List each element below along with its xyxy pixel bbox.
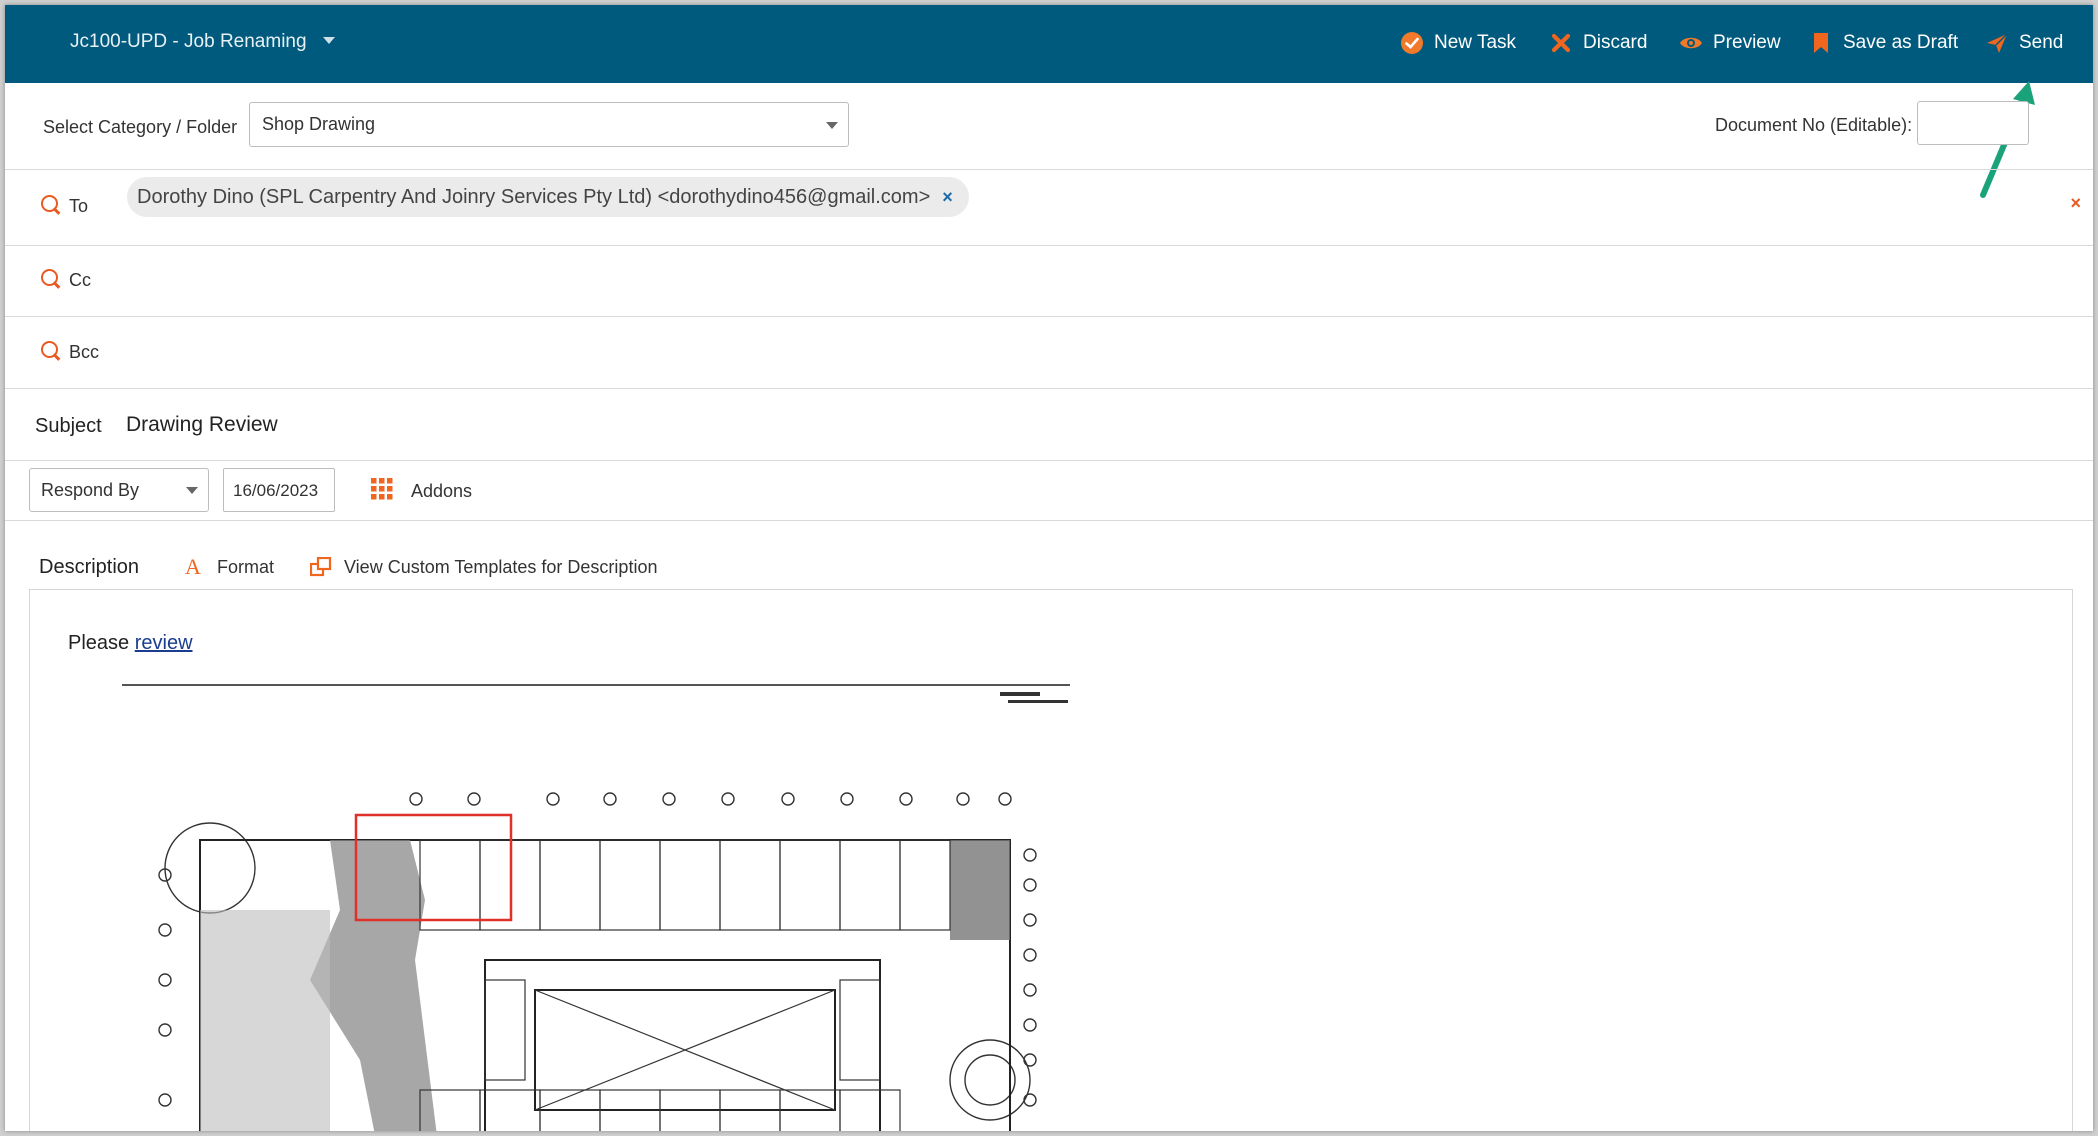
category-row: Select Category / Folder Shop Drawing Do… — [5, 83, 2093, 170]
remove-recipient-close-icon[interactable]: × — [942, 187, 953, 208]
document-no-label: Document No (Editable): — [1715, 115, 1913, 135]
description-editor[interactable]: Please review — [29, 589, 2073, 1131]
chevron-down-icon — [186, 487, 198, 494]
send-button[interactable]: Send — [1985, 26, 2063, 60]
recipient-chip[interactable]: Dorothy Dino (SPL Carpentry And Joinry S… — [127, 177, 969, 217]
description-label: Description — [39, 556, 140, 578]
view-templates-link[interactable]: View Custom Templates for Description — [344, 557, 657, 578]
discard-label: Discard — [1583, 32, 1648, 53]
addons-button[interactable]: Addons — [411, 481, 472, 502]
subject-row: Subject Drawing Review — [5, 388, 2093, 461]
review-link[interactable]: review — [135, 632, 193, 654]
preview-label: Preview — [1713, 32, 1781, 53]
save-as-draft-label: Save as Draft — [1843, 32, 1959, 53]
format-icon: A — [185, 554, 201, 579]
bcc-label: Bcc — [69, 342, 100, 362]
description-body-line: Please review — [68, 632, 193, 655]
respond-by-select[interactable]: Respond By — [29, 468, 209, 512]
save-as-draft-button[interactable]: Save as Draft — [1809, 26, 1958, 60]
preview-button[interactable]: Preview — [1679, 26, 1781, 60]
category-select[interactable]: Shop Drawing — [249, 102, 849, 147]
cc-row: Cc — [5, 245, 2093, 317]
templates-windows-icon — [310, 557, 332, 577]
eye-icon — [1680, 37, 1702, 49]
respond-date-value: 16/06/2023 — [233, 481, 319, 500]
search-icon[interactable] — [41, 341, 58, 358]
project-title[interactable]: Jc100-UPD - Job Renaming — [70, 31, 307, 53]
respond-by-value: Respond By — [41, 480, 140, 500]
top-toolbar: Jc100-UPD - Job Renaming New Task Discar… — [5, 5, 2093, 83]
floor-plan-drawing-image — [122, 684, 1070, 1131]
send-label: Send — [2019, 32, 2064, 53]
description-body-text: Please — [68, 632, 130, 654]
recipient-chip-label: Dorothy Dino (SPL Carpentry And Joinry S… — [137, 185, 931, 208]
document-no-input[interactable] — [1917, 101, 2029, 145]
bookmark-icon — [1814, 33, 1828, 53]
clear-recipients-close-icon[interactable]: × — [2070, 193, 2081, 214]
subject-input[interactable]: Drawing Review — [126, 413, 278, 437]
new-task-button[interactable]: New Task — [1400, 26, 1516, 60]
category-label: Select Category / Folder — [43, 117, 238, 137]
category-select-value: Shop Drawing — [262, 114, 376, 134]
compose-window: Jc100-UPD - Job Renaming New Task Discar… — [5, 5, 2093, 1131]
discard-button[interactable]: Discard — [1549, 26, 1647, 60]
respond-date-input[interactable]: 16/06/2023 — [223, 468, 335, 512]
subject-label: Subject — [35, 415, 102, 437]
format-button[interactable]: Format — [217, 557, 274, 578]
paper-plane-icon — [1987, 33, 2008, 53]
grid-apps-icon — [371, 478, 393, 500]
checkmark-badge-icon — [1401, 32, 1423, 54]
bcc-row: Bcc — [5, 316, 2093, 389]
search-icon[interactable] — [41, 195, 58, 212]
to-label: To — [69, 196, 89, 216]
new-task-label: New Task — [1434, 32, 1517, 53]
project-dropdown-chevron-icon[interactable] — [323, 37, 335, 44]
close-icon — [1551, 33, 1571, 53]
chevron-down-icon — [826, 121, 838, 129]
search-icon[interactable] — [41, 269, 58, 286]
cc-label: Cc — [69, 270, 91, 290]
respond-row: Respond By 16/06/2023 Addons — [5, 460, 2093, 521]
